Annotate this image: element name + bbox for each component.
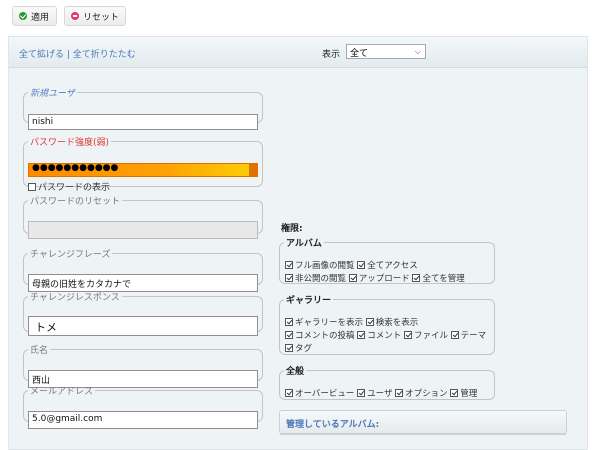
perm-label: テーマ [460, 331, 487, 341]
perm-checkbox[interactable] [348, 274, 357, 282]
reset-button[interactable]: リセット [64, 6, 126, 26]
perm-checkbox[interactable] [285, 389, 293, 397]
perm-checkbox[interactable] [450, 389, 459, 397]
password-mask: ●●●●●●●●●●● [32, 163, 119, 173]
email-group: メールアドレス 5.0@gmail.com [23, 384, 263, 429]
toolbar: 適用 リセット [0, 0, 595, 34]
apply-button[interactable]: 適用 [12, 6, 57, 26]
gallery-legend: ギャラリー [286, 296, 332, 306]
expand-collapse-links[interactable]: 全て拡げる | 全て折りたたむ [19, 47, 136, 60]
perm-checkbox[interactable] [357, 389, 366, 397]
email-legend: メールアドレス [30, 387, 94, 397]
perm-checkbox[interactable] [285, 318, 293, 326]
gallery-perm-row-3: タグ [285, 342, 312, 354]
perm-checkbox[interactable] [357, 331, 366, 339]
managed-albums-divider [280, 433, 566, 435]
permissions-title: 権限: [281, 224, 303, 234]
album-perm-row-1: フル画像の閲覧 全てアクセス [285, 259, 418, 271]
reset-icon [71, 12, 79, 20]
gallery-perm-row-1: ギャラリーを表示 検索を表示 [285, 316, 418, 328]
strength-bar-end [249, 164, 257, 176]
album-legend: アルバム [286, 239, 322, 249]
perm-checkbox[interactable] [357, 261, 366, 269]
perm-label: フル画像の閲覧 [295, 261, 355, 271]
new-user-legend: 新規ユーザ [30, 89, 75, 99]
perm-checkbox[interactable] [450, 331, 459, 339]
perm-checkbox[interactable] [285, 344, 293, 352]
gallery-perm-row-2: コメントの投稿 コメント ファイル テーマ [285, 329, 486, 341]
perm-checkbox[interactable] [403, 331, 412, 339]
perm-label: ファイル [413, 331, 448, 341]
show-password-label: パスワードの表示 [38, 183, 111, 193]
managed-albums-label: 管理しているアルバム: [286, 420, 380, 430]
password-reset-legend: パスワードのリセット [30, 197, 121, 207]
show-password-checkbox[interactable] [28, 183, 36, 191]
album-permissions-group: アルバム フル画像の閲覧 全てアクセス 非公開の閲覧 アップロード 全てを管理 [279, 236, 495, 284]
password-input[interactable]: ●●●●●●●●●●● [28, 163, 258, 177]
perm-label: コメントの投稿 [295, 331, 355, 341]
apply-label: 適用 [31, 12, 50, 23]
perm-label: 非公開の閲覧 [295, 274, 347, 284]
chevron-down-icon: ⌵ [414, 47, 421, 56]
perm-label: オーバービュー [295, 389, 355, 399]
name-group: 氏名 西山 [23, 343, 263, 388]
challenge-response-group: チャレンジレスポンス トメ [23, 290, 263, 336]
display-label: 表示 [322, 50, 341, 60]
managed-albums-header[interactable]: 管理しているアルバム: [279, 410, 567, 435]
challenge-response-legend: チャレンジレスポンス [30, 293, 120, 303]
perm-label: 全てアクセス [367, 261, 418, 271]
perm-checkbox[interactable] [285, 261, 293, 269]
display-value: 全て [350, 49, 369, 59]
perm-label: ギャラリーを表示 [295, 318, 364, 328]
perm-checkbox[interactable] [412, 274, 421, 282]
username-input[interactable]: nishi [28, 114, 258, 130]
perm-label: 検索を表示 [375, 318, 419, 328]
password-group: パスワード強度(弱) ●●●●●●●●●●● パスワードの表示 [23, 135, 263, 193]
challenge-phrase-group: チャレンジフレーズ 母親の旧姓をカタカナで [23, 247, 263, 292]
show-password-row[interactable]: パスワードの表示 [28, 180, 110, 193]
general-legend: 全般 [286, 367, 305, 377]
challenge-phrase-legend: チャレンジフレーズ [30, 250, 111, 260]
check-icon [19, 12, 27, 20]
album-perm-row-2: 非公開の閲覧 アップロード 全てを管理 [285, 272, 465, 284]
perm-label: コメント [367, 331, 402, 341]
general-perm-row-1: オーバービュー ユーザ オプション 管理 [285, 387, 477, 399]
new-user-group: 新規ユーザ nishi [23, 86, 263, 130]
user-edit-panel: 全て拡げる | 全て折りたたむ 表示 全て ⌵ 新規ユーザ nishi パスワー… [8, 36, 588, 450]
perm-label: アップロード [358, 274, 410, 284]
perm-label: 管理 [460, 389, 478, 399]
panel-header: 全て拡げる | 全て折りたたむ 表示 全て ⌵ [9, 37, 587, 68]
general-permissions-group: 全般 オーバービュー ユーザ オプション 管理 [279, 364, 495, 400]
email-input[interactable]: 5.0@gmail.com [28, 411, 258, 429]
password-reset-input[interactable] [28, 221, 258, 239]
password-strength-legend: パスワード強度(弱) [30, 138, 110, 148]
name-legend: 氏名 [30, 346, 49, 356]
perm-label: タグ [295, 344, 313, 354]
gallery-permissions-group: ギャラリー ギャラリーを表示 検索を表示 コメントの投稿 コメント ファイル テ… [279, 293, 495, 355]
challenge-response-input[interactable]: トメ [28, 316, 258, 336]
perm-checkbox[interactable] [285, 274, 293, 282]
password-reset-group: パスワードのリセット [23, 194, 263, 239]
perm-label: オプション [405, 389, 448, 399]
perm-label: 全てを管理 [422, 274, 465, 284]
display-select[interactable]: 全て ⌵ [346, 44, 426, 59]
perm-checkbox[interactable] [395, 389, 404, 397]
perm-label: ユーザ [367, 389, 393, 399]
perm-checkbox[interactable] [285, 331, 293, 339]
perm-checkbox[interactable] [365, 318, 374, 326]
reset-label: リセット [83, 12, 120, 23]
